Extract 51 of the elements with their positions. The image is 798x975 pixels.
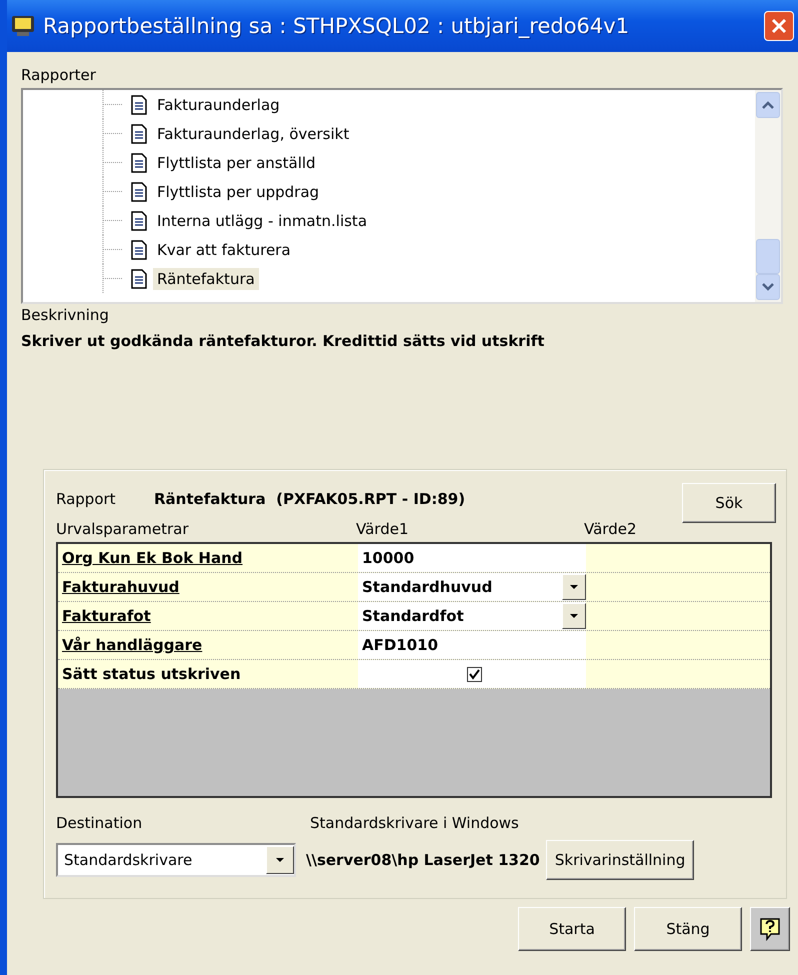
scrollbar[interactable] xyxy=(755,90,781,302)
destination-label: Destination xyxy=(56,814,144,832)
close-icon xyxy=(770,17,788,35)
scroll-up-button[interactable] xyxy=(756,92,780,118)
report-item[interactable]: Flyttlista per uppdrag xyxy=(153,180,324,202)
close-button[interactable] xyxy=(764,11,794,41)
value2-column-header: Värde2 xyxy=(584,520,636,538)
chevron-down-icon xyxy=(761,282,775,292)
description-label: Beskrivning xyxy=(21,305,110,326)
report-item[interactable]: Fakturaunderlag xyxy=(153,94,284,116)
report-item[interactable]: Interna utlägg - inmatn.lista xyxy=(153,210,372,232)
printer-settings-button[interactable]: Skrivarinställning xyxy=(546,840,694,880)
printer-label: Standardskrivare i Windows xyxy=(310,814,519,832)
scroll-thumb[interactable] xyxy=(756,238,780,274)
printer-name: \\server08\hp LaserJet 1320 xyxy=(306,851,540,869)
parameter-name: Vår handläggare xyxy=(61,635,204,656)
document-icon xyxy=(131,210,147,230)
document-icon xyxy=(131,152,147,172)
document-icon xyxy=(131,268,147,288)
parameter-name: Sätt status utskriven xyxy=(61,664,242,685)
chevron-up-icon xyxy=(761,100,775,110)
destination-dropdown[interactable]: Standardskrivare xyxy=(56,843,296,877)
search-button[interactable]: Sök xyxy=(682,483,776,523)
checkbox[interactable] xyxy=(466,666,482,682)
parameters-column-header: Urvalsparametrar xyxy=(56,520,190,538)
document-icon xyxy=(131,182,147,202)
help-button[interactable] xyxy=(750,907,790,951)
checkmark-icon xyxy=(468,668,480,680)
reports-label: Rapporter xyxy=(21,65,97,86)
document-icon xyxy=(131,240,147,260)
parameter-name: Fakturafot xyxy=(61,606,152,627)
document-icon xyxy=(131,94,147,114)
report-item[interactable]: Flyttlista per anställd xyxy=(153,152,320,174)
close-dialog-button[interactable]: Stäng xyxy=(634,907,742,951)
scroll-down-button[interactable] xyxy=(756,274,780,300)
document-icon xyxy=(131,124,147,144)
window-title: Rapportbeställning sa : STHPXSQL02 : utbjari_redo64v1 xyxy=(43,14,630,38)
report-item[interactable]: Kvar att fakturera xyxy=(153,238,295,260)
report-item[interactable]: Räntefaktura xyxy=(153,268,259,290)
monitor-icon xyxy=(11,15,35,37)
dropdown-button[interactable] xyxy=(562,574,586,600)
parameter-name: Org Kun Ek Bok Hand xyxy=(61,548,244,569)
help-icon xyxy=(759,917,781,941)
report-name: Räntefaktura (PXFAK05.RPT - ID:89) xyxy=(154,490,466,508)
report-label: Rapport xyxy=(56,490,117,508)
description-text: Skriver ut godkända räntefakturor. Kredittid sätts vid utskrift xyxy=(21,332,546,352)
parameter-name: Fakturahuvud xyxy=(61,577,180,598)
start-button[interactable]: Starta xyxy=(518,907,626,951)
report-item[interactable]: Fakturaunderlag, översikt xyxy=(153,122,354,144)
value1-column-header: Värde1 xyxy=(356,520,410,538)
dropdown-button[interactable] xyxy=(562,603,586,629)
